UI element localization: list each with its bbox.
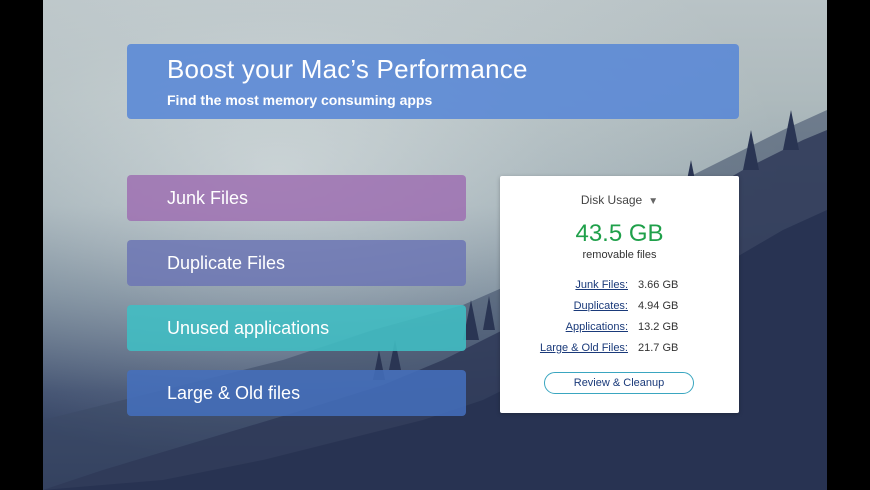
junk-files-size: 3.66 GB (638, 279, 679, 291)
disk-usage-dropdown[interactable]: Disk Usage ▼ (500, 193, 739, 207)
triangle-down-icon: ▼ (648, 196, 659, 207)
usage-row-applications: Applications: 13.2 GB (500, 321, 739, 335)
duplicate-files-button[interactable]: Duplicate Files (127, 240, 466, 286)
large-old-files-link[interactable]: Large & Old Files: (540, 342, 628, 354)
duplicates-size: 4.94 GB (638, 300, 679, 312)
unused-applications-button[interactable]: Unused applications (127, 305, 466, 351)
duplicates-link[interactable]: Duplicates: (574, 300, 628, 312)
usage-row-duplicates: Duplicates: 4.94 GB (500, 300, 739, 314)
disk-usage-panel: Disk Usage ▼ 43.5 GB removable files Junk… (500, 176, 739, 413)
app-window: Boost your Mac’s Performance Find the mo… (43, 0, 827, 490)
removable-total: 43.5 GB (575, 220, 664, 247)
disk-usage-dropdown-label: Disk Usage (580, 193, 643, 207)
junk-files-link[interactable]: Junk Files: (575, 279, 628, 291)
usage-row-junk: Junk Files: 3.66 GB (500, 279, 739, 293)
removable-caption: removable files (582, 249, 657, 261)
usage-row-large-old: Large & Old Files: 21.7 GB (500, 342, 739, 356)
header-banner: Boost your Mac’s Performance Find the mo… (127, 44, 739, 119)
applications-size: 13.2 GB (638, 321, 679, 333)
page-subtitle: Find the most memory consuming apps (167, 92, 433, 108)
large-old-files-button[interactable]: Large & Old files (127, 370, 466, 416)
page-title: Boost your Mac’s Performance (167, 54, 528, 84)
applications-link[interactable]: Applications: (566, 321, 628, 333)
large-old-files-size: 21.7 GB (638, 342, 679, 354)
review-cleanup-button[interactable]: Review & Cleanup (544, 372, 694, 394)
junk-files-button[interactable]: Junk Files (127, 175, 466, 221)
